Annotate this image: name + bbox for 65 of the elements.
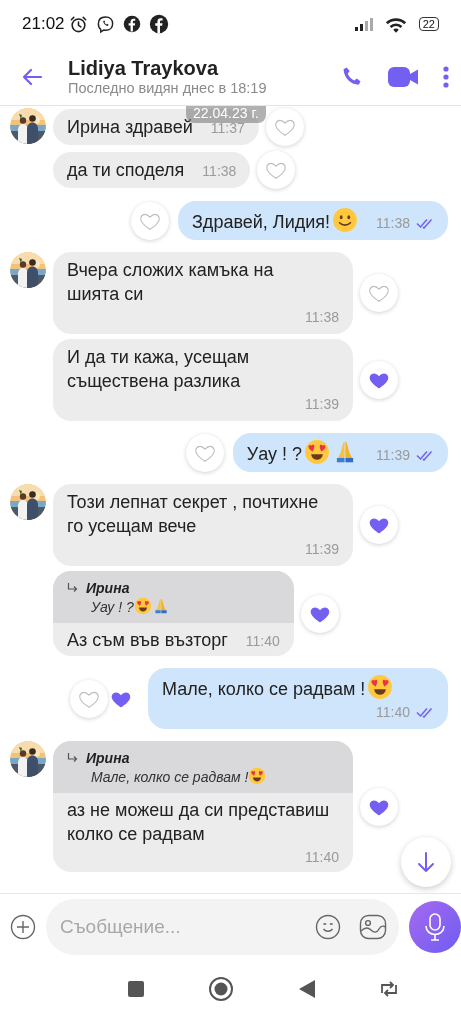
voice-message-button[interactable]	[409, 901, 461, 953]
home-button[interactable]	[208, 976, 235, 1002]
microphone-icon	[424, 913, 446, 941]
message-text: Този лепнат секрет , почтихне го усещам вече	[67, 492, 319, 536]
phone-bubble-icon	[95, 14, 115, 34]
video-call-button[interactable]	[388, 65, 419, 88]
video-camera-icon	[388, 65, 419, 88]
square-icon	[126, 980, 145, 998]
rotate-icon	[379, 981, 400, 997]
message-text: И да ти кажа, усещам съществена разлика	[67, 347, 250, 391]
wifi-icon	[384, 15, 407, 33]
social-app-icon	[148, 14, 169, 34]
message-time: 11:38	[202, 162, 237, 181]
message-time: 11:38	[376, 214, 410, 233]
quoted-author: Ирина	[86, 579, 130, 597]
message-text: Вчера сложих камъка на шията си	[67, 260, 274, 304]
add-button[interactable]	[10, 914, 36, 940]
last-seen-status: Последно видян днес в 18:19	[68, 79, 268, 98]
message-text: да ти споделя	[67, 160, 185, 180]
more-vertical-icon	[443, 65, 449, 88]
back-nav-button[interactable]	[297, 979, 316, 999]
message-time: 11:40	[245, 632, 280, 651]
quoted-text: Мале, колко се радвам !	[91, 769, 249, 785]
message-time: 11:39	[305, 395, 339, 414]
social-app-icon	[122, 15, 141, 33]
plus-icon	[10, 914, 36, 940]
message-text: аз не можеш да си представиш колко се радвам	[67, 800, 330, 844]
rotate-button[interactable]	[379, 981, 400, 997]
message-composer-field[interactable]: Съобщение...	[46, 899, 399, 955]
like-button[interactable]	[300, 594, 339, 633]
heart-eyes-face-icon	[133, 597, 152, 615]
scroll-down-button[interactable]	[401, 837, 451, 887]
sticker-button[interactable]	[359, 914, 387, 940]
reply-arrow-icon	[67, 753, 78, 763]
recent-apps-button[interactable]	[126, 980, 145, 998]
smiley-icon	[315, 914, 341, 940]
message-time: 11:39	[376, 446, 410, 465]
message-text: Уау ! ?	[246, 444, 302, 464]
heart-eyes-face-icon	[304, 439, 330, 465]
message-time: 11:40	[305, 848, 339, 867]
like-button[interactable]	[360, 787, 398, 826]
contact-name: Lidiya Traykova	[68, 55, 220, 80]
reply-arrow-icon	[67, 583, 78, 593]
quoted-author: Ирина	[86, 749, 130, 767]
message-text: Здравей, Лидия!	[192, 212, 330, 232]
like-button[interactable]	[360, 506, 398, 544]
like-button[interactable]	[360, 361, 398, 399]
heart-eyes-face-icon	[248, 767, 267, 785]
triangle-icon	[297, 979, 316, 999]
image-icon	[359, 914, 387, 940]
clock-time: 21:02	[22, 13, 65, 36]
message-input-field[interactable]: Съобщение...	[60, 907, 305, 947]
message-text: Аз съм във възторг	[67, 630, 228, 650]
battery-indicator: 22	[418, 17, 439, 31]
message-time: 11:39	[305, 540, 339, 559]
message-time: 11:38	[305, 308, 339, 327]
message-time: 11:40	[376, 703, 410, 722]
quoted-text: Уау ! ?	[91, 599, 134, 615]
heart-eyes-face-icon	[367, 674, 394, 700]
alarm-clock-icon	[68, 14, 88, 34]
more-options-button[interactable]	[443, 65, 449, 88]
emoji-button[interactable]	[315, 914, 341, 940]
smiling-face-icon	[332, 207, 358, 233]
circle-icon	[208, 976, 235, 1002]
message-text: Мале, колко се радвам !	[162, 679, 366, 699]
